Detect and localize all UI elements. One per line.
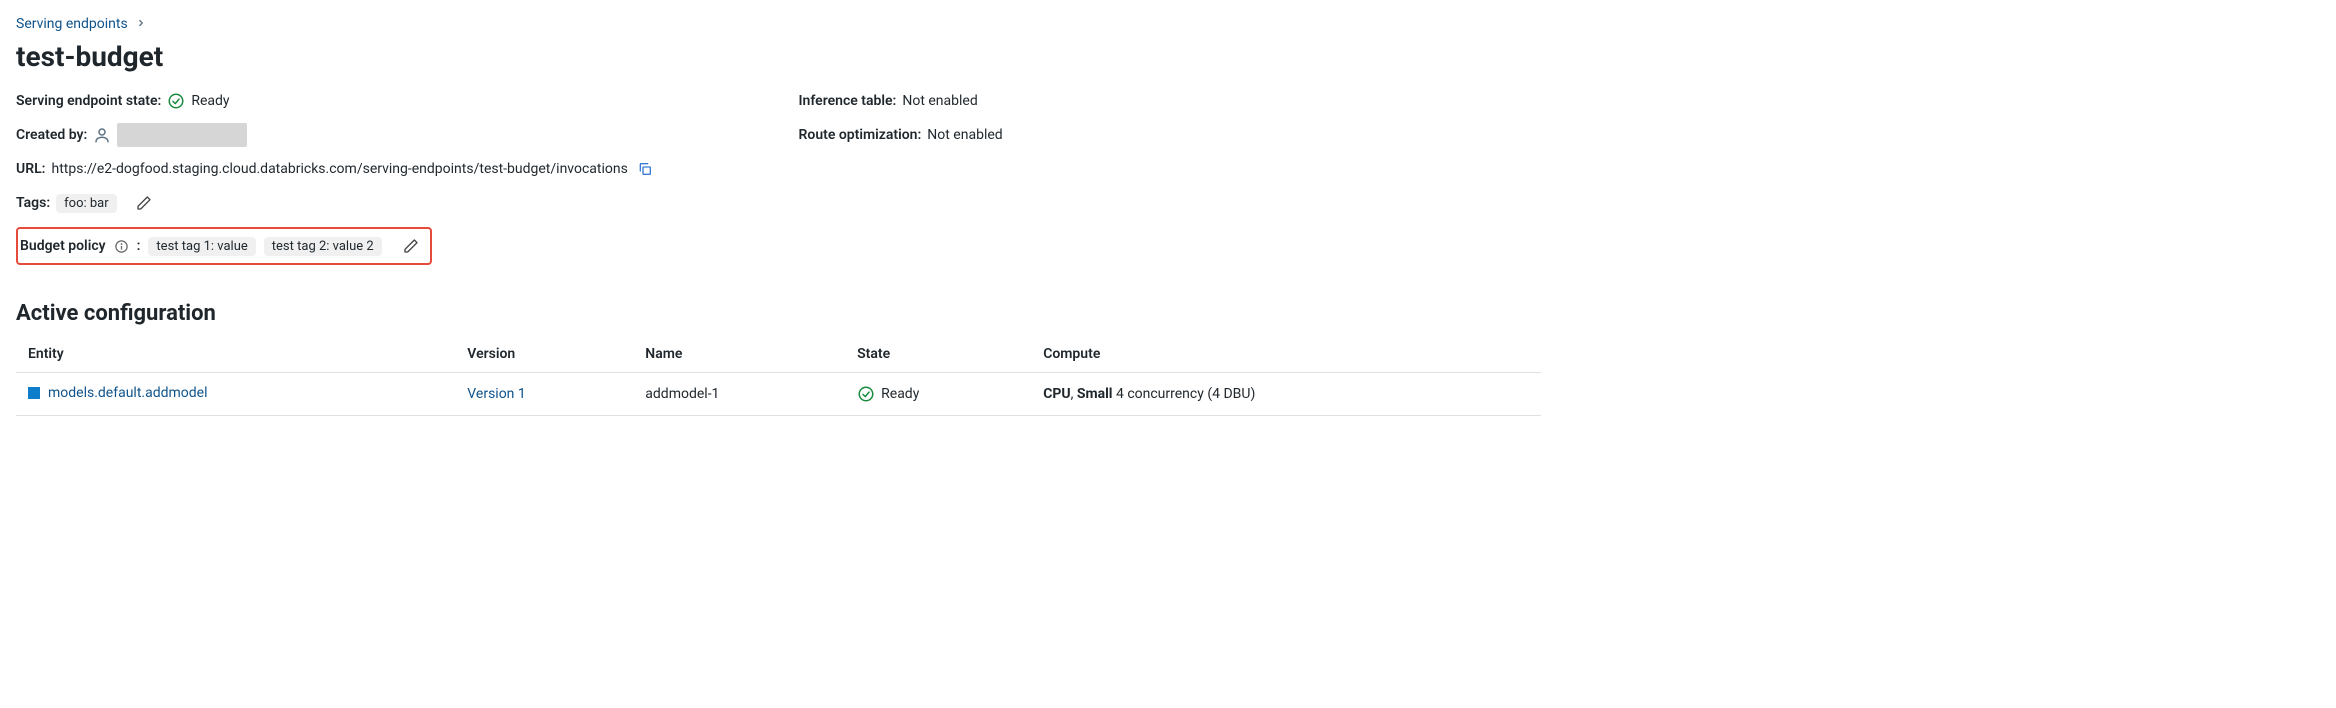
breadcrumb: Serving endpoints xyxy=(16,16,1541,32)
url-row: URL: https://e2-dogfood.staging.cloud.da… xyxy=(16,157,759,181)
page-title: test-budget xyxy=(16,40,1541,73)
created-by-value-redacted xyxy=(117,123,247,147)
inference-table-label: Inference table: xyxy=(799,93,897,109)
budget-tag-chip: test tag 2: value 2 xyxy=(264,237,382,256)
budget-policy-row: Budget policy : test tag 1: value test t… xyxy=(16,227,432,265)
table-row: models.default.addmodel Version 1 addmod… xyxy=(16,373,1541,416)
tags-label: Tags: xyxy=(16,195,50,211)
created-by-row: Created by: xyxy=(16,123,759,147)
serving-state-label: Serving endpoint state: xyxy=(16,93,161,109)
model-icon xyxy=(28,387,40,399)
serving-state-value: Ready xyxy=(191,93,229,109)
entity-text: models.default.addmodel xyxy=(48,385,208,401)
copy-icon[interactable] xyxy=(634,158,656,180)
breadcrumb-serving-endpoints[interactable]: Serving endpoints xyxy=(16,16,128,32)
edit-budget-button[interactable] xyxy=(400,235,422,257)
chevron-right-icon xyxy=(136,17,146,31)
inference-table-row: Inference table: Not enabled xyxy=(799,89,1542,113)
check-circle-icon xyxy=(857,385,875,403)
route-optimization-value: Not enabled xyxy=(927,127,1002,143)
check-circle-icon xyxy=(167,92,185,110)
tag-chip: foo: bar xyxy=(56,194,117,213)
col-version: Version xyxy=(455,336,633,373)
col-entity: Entity xyxy=(16,336,455,373)
url-label: URL: xyxy=(16,161,45,177)
col-state: State xyxy=(845,336,1031,373)
edit-tags-button[interactable] xyxy=(133,192,155,214)
route-optimization-label: Route optimization: xyxy=(799,127,922,143)
tags-row: Tags: foo: bar xyxy=(16,191,759,215)
entity-link[interactable]: models.default.addmodel xyxy=(28,385,208,401)
url-value: https://e2-dogfood.staging.cloud.databri… xyxy=(51,161,627,177)
version-link[interactable]: Version 1 xyxy=(467,386,525,402)
info-icon[interactable] xyxy=(114,239,129,254)
budget-policy-sep: : xyxy=(137,238,141,254)
user-icon xyxy=(93,126,111,144)
row-compute: CPU, Small 4 concurrency (4 DBU) xyxy=(1031,373,1541,416)
active-configuration-table: Entity Version Name State Compute models… xyxy=(16,336,1541,416)
created-by-label: Created by: xyxy=(16,127,87,143)
row-name: addmodel-1 xyxy=(633,373,845,416)
table-header-row: Entity Version Name State Compute xyxy=(16,336,1541,373)
serving-state-row: Serving endpoint state: Ready xyxy=(16,89,759,113)
active-configuration-heading: Active configuration xyxy=(16,301,1541,326)
inference-table-value: Not enabled xyxy=(902,93,977,109)
row-state: Ready xyxy=(881,386,919,402)
col-compute: Compute xyxy=(1031,336,1541,373)
budget-tag-chip: test tag 1: value xyxy=(148,237,255,256)
budget-policy-label: Budget policy xyxy=(20,238,106,254)
col-name: Name xyxy=(633,336,845,373)
route-optimization-row: Route optimization: Not enabled xyxy=(799,123,1542,147)
